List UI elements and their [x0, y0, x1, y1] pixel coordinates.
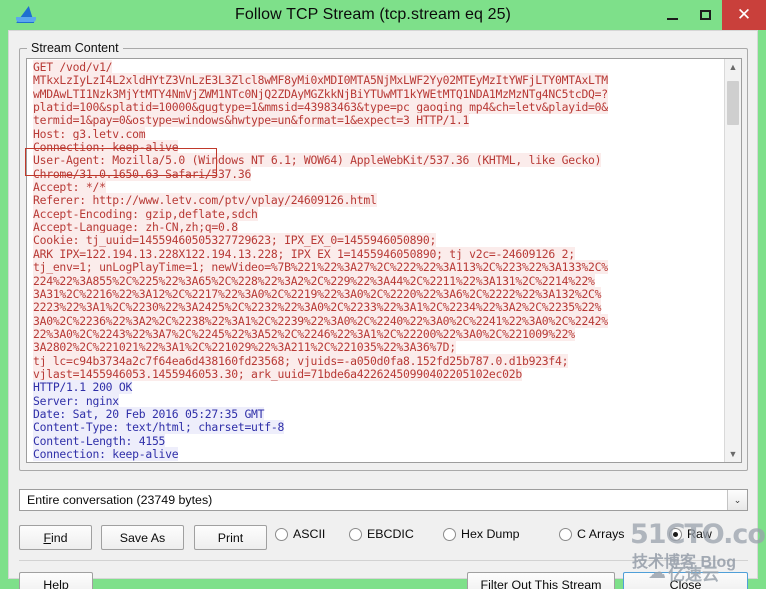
action-row: Find Save As Print ASCII EBCDIC Hex Dump… — [19, 525, 759, 551]
radio-ascii-label: ASCII — [293, 527, 326, 541]
stream-request-text: GET /vod/v1/ MTkxLzIyLzI4L2xldHYtZ3VnLzE… — [33, 60, 608, 381]
window-title: Follow TCP Stream (tcp.stream eq 25) — [235, 6, 511, 23]
minimize-button[interactable] — [656, 0, 689, 30]
maximize-button[interactable] — [689, 0, 722, 30]
radio-c-arrays-mark — [559, 527, 572, 541]
follow-tcp-stream-window: Follow TCP Stream (tcp.stream eq 25) ✕ S… — [0, 0, 766, 589]
find-button[interactable]: Find — [19, 525, 92, 550]
radio-ebcdic-mark — [349, 527, 362, 541]
find-mnemonic: F — [43, 530, 52, 545]
print-label: Print — [217, 530, 244, 545]
radio-raw-mark — [669, 527, 682, 541]
scroll-up-icon[interactable]: ▲ — [725, 59, 741, 75]
close-window-button[interactable]: ✕ — [722, 0, 766, 30]
radio-hex-dump-mark — [443, 527, 456, 541]
stream-text: GET /vod/v1/ MTkxLzIyLzI4L2xldHYtZ3VnLzE… — [33, 60, 721, 461]
close-dialog-button[interactable]: Close — [623, 572, 748, 589]
radio-hex-dump[interactable]: Hex Dump — [443, 527, 520, 541]
filter-out-this-stream-button[interactable]: Filter Out This Stream — [467, 572, 615, 589]
radio-raw-label: Raw — [687, 527, 712, 541]
stream-content-label: Stream Content — [27, 41, 123, 55]
radio-ebcdic-label: EBCDIC — [367, 527, 414, 541]
stream-content-textarea[interactable]: GET /vod/v1/ MTkxLzIyLzI4L2xldHYtZ3VnLzE… — [26, 58, 742, 463]
stream-vertical-scrollbar[interactable]: ▲ ▼ — [724, 59, 741, 462]
scroll-down-icon[interactable]: ▼ — [725, 446, 741, 462]
radio-ascii-mark — [275, 527, 288, 541]
window-controls: ✕ — [656, 0, 766, 30]
stream-text-viewport: GET /vod/v1/ MTkxLzIyLzI4L2xldHYtZ3VnLzE… — [27, 59, 724, 462]
wireshark-fin-icon — [14, 4, 40, 26]
stream-response-text: HTTP/1.1 200 OK Server: nginx Date: Sat,… — [33, 380, 285, 461]
radio-ascii[interactable]: ASCII — [275, 527, 325, 541]
radio-c-arrays[interactable]: C Arrays — [559, 527, 625, 541]
help-mnemonic: H — [43, 578, 53, 589]
help-label: elp — [52, 578, 69, 589]
help-button[interactable]: Help — [19, 572, 93, 589]
radio-c-arrays-label: C Arrays — [577, 527, 625, 541]
conversation-select[interactable]: Entire conversation (23749 bytes) ⌄ — [19, 489, 748, 511]
chevron-down-icon[interactable]: ⌄ — [727, 490, 747, 510]
find-label: ind — [51, 530, 68, 545]
filter-out-label: Filter Out This Stream — [480, 578, 602, 589]
print-button[interactable]: Print — [194, 525, 267, 550]
close-dialog-label: Close — [669, 578, 702, 589]
dialog-client-area: Stream Content GET /vod/v1/ MTkxLzIyLzI4… — [8, 30, 759, 589]
conversation-select-value: Entire conversation (23749 bytes) — [27, 493, 213, 507]
radio-raw[interactable]: Raw — [669, 527, 712, 541]
scrollbar-thumb[interactable] — [727, 81, 739, 125]
save-as-label: Save As — [119, 530, 166, 545]
save-as-button[interactable]: Save As — [101, 525, 184, 550]
footer-divider — [19, 560, 748, 561]
radio-hex-dump-label: Hex Dump — [461, 527, 520, 541]
radio-ebcdic[interactable]: EBCDIC — [349, 527, 414, 541]
title-bar: Follow TCP Stream (tcp.stream eq 25) ✕ — [0, 0, 766, 30]
